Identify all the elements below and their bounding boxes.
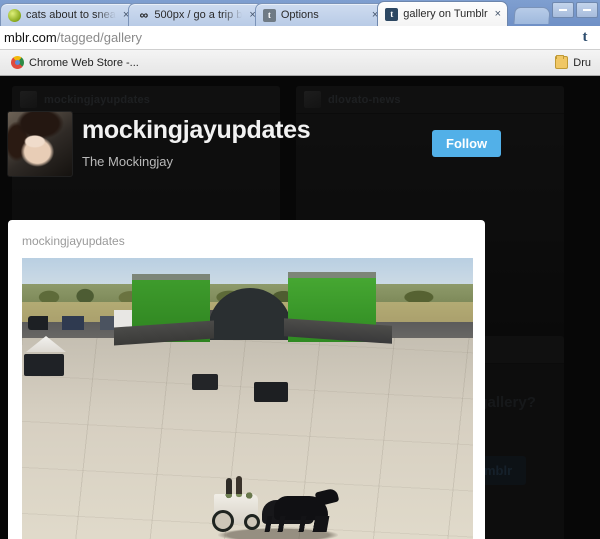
photo-rider-right [236,476,242,494]
post-photo[interactable] [22,258,473,539]
bookmark-label: Dru [573,56,591,69]
address-bar[interactable]: mblr.com/tagged/gallery t [0,26,600,50]
bookmark-chrome-web-store[interactable]: Chrome Web Store -... [6,54,144,71]
bookmark-label: Chrome Web Store -... [29,56,139,69]
browser-window: cats about to snea × ∞ 500px / go a trip… [0,0,600,539]
folder-icon [555,55,569,69]
page-subtitle: The Mockingjay [82,154,174,169]
photo-rider-left [226,478,232,494]
tab-title: cats about to snea [26,9,116,21]
tumblr-grey-icon: t [262,8,276,22]
url-host: mblr.com [4,30,57,45]
tab-gallery-on-tumblr[interactable]: t gallery on Tumblr × [377,1,509,26]
maximize-button[interactable] [576,2,598,18]
photo-chariot-wheel-front [244,514,260,530]
tab-options[interactable]: t Options × [254,3,386,26]
tab-close-icon[interactable]: × [495,8,501,20]
500px-icon: ∞ [139,8,149,22]
post-card[interactable]: mockingjayupdates [8,220,485,539]
window-controls [552,2,598,18]
page-viewport: mockingjayupdates dlovato-news bru [0,76,600,539]
url-text: mblr.com/tagged/gallery [0,30,142,45]
photo-chariot-wheel-rear [212,510,234,532]
tumblr-omnibox-icon[interactable]: t [576,28,594,46]
url-path: /tagged/gallery [56,30,143,45]
tab-title: gallery on Tumblr [403,8,488,20]
avatar-image [8,112,72,176]
green-circle-icon [8,8,21,22]
post-username[interactable]: mockingjayupdates [22,234,125,248]
new-tab-button[interactable] [513,7,551,24]
bookmarks-bar: Chrome Web Store -... Dru [0,50,600,76]
photo-camera-rig-center [192,374,218,390]
bookmark-folder-dru[interactable]: Dru [550,54,596,71]
follow-button[interactable]: Follow [432,130,502,157]
tumblr-blue-icon: t [385,7,399,21]
avatar[interactable] [8,112,72,176]
photo-horse-legs [264,516,330,532]
photo-camera-rig-left [24,354,64,376]
tab-cats[interactable]: cats about to snea × [0,3,137,26]
page-title: mockingjayupdates [82,116,311,144]
tab-strip: cats about to snea × ∞ 500px / go a trip… [0,0,600,26]
tab-500px[interactable]: ∞ 500px / go a trip b × [128,3,263,26]
tab-title: 500px / go a trip b [154,9,243,21]
chrome-web-store-icon [11,56,24,69]
lightbox-header: mockingjayupdates The Mockingjay Follow [0,104,600,184]
tab-title: Options [280,9,319,21]
photo-camera-rig-right [254,382,288,402]
minimize-button[interactable] [552,2,574,18]
